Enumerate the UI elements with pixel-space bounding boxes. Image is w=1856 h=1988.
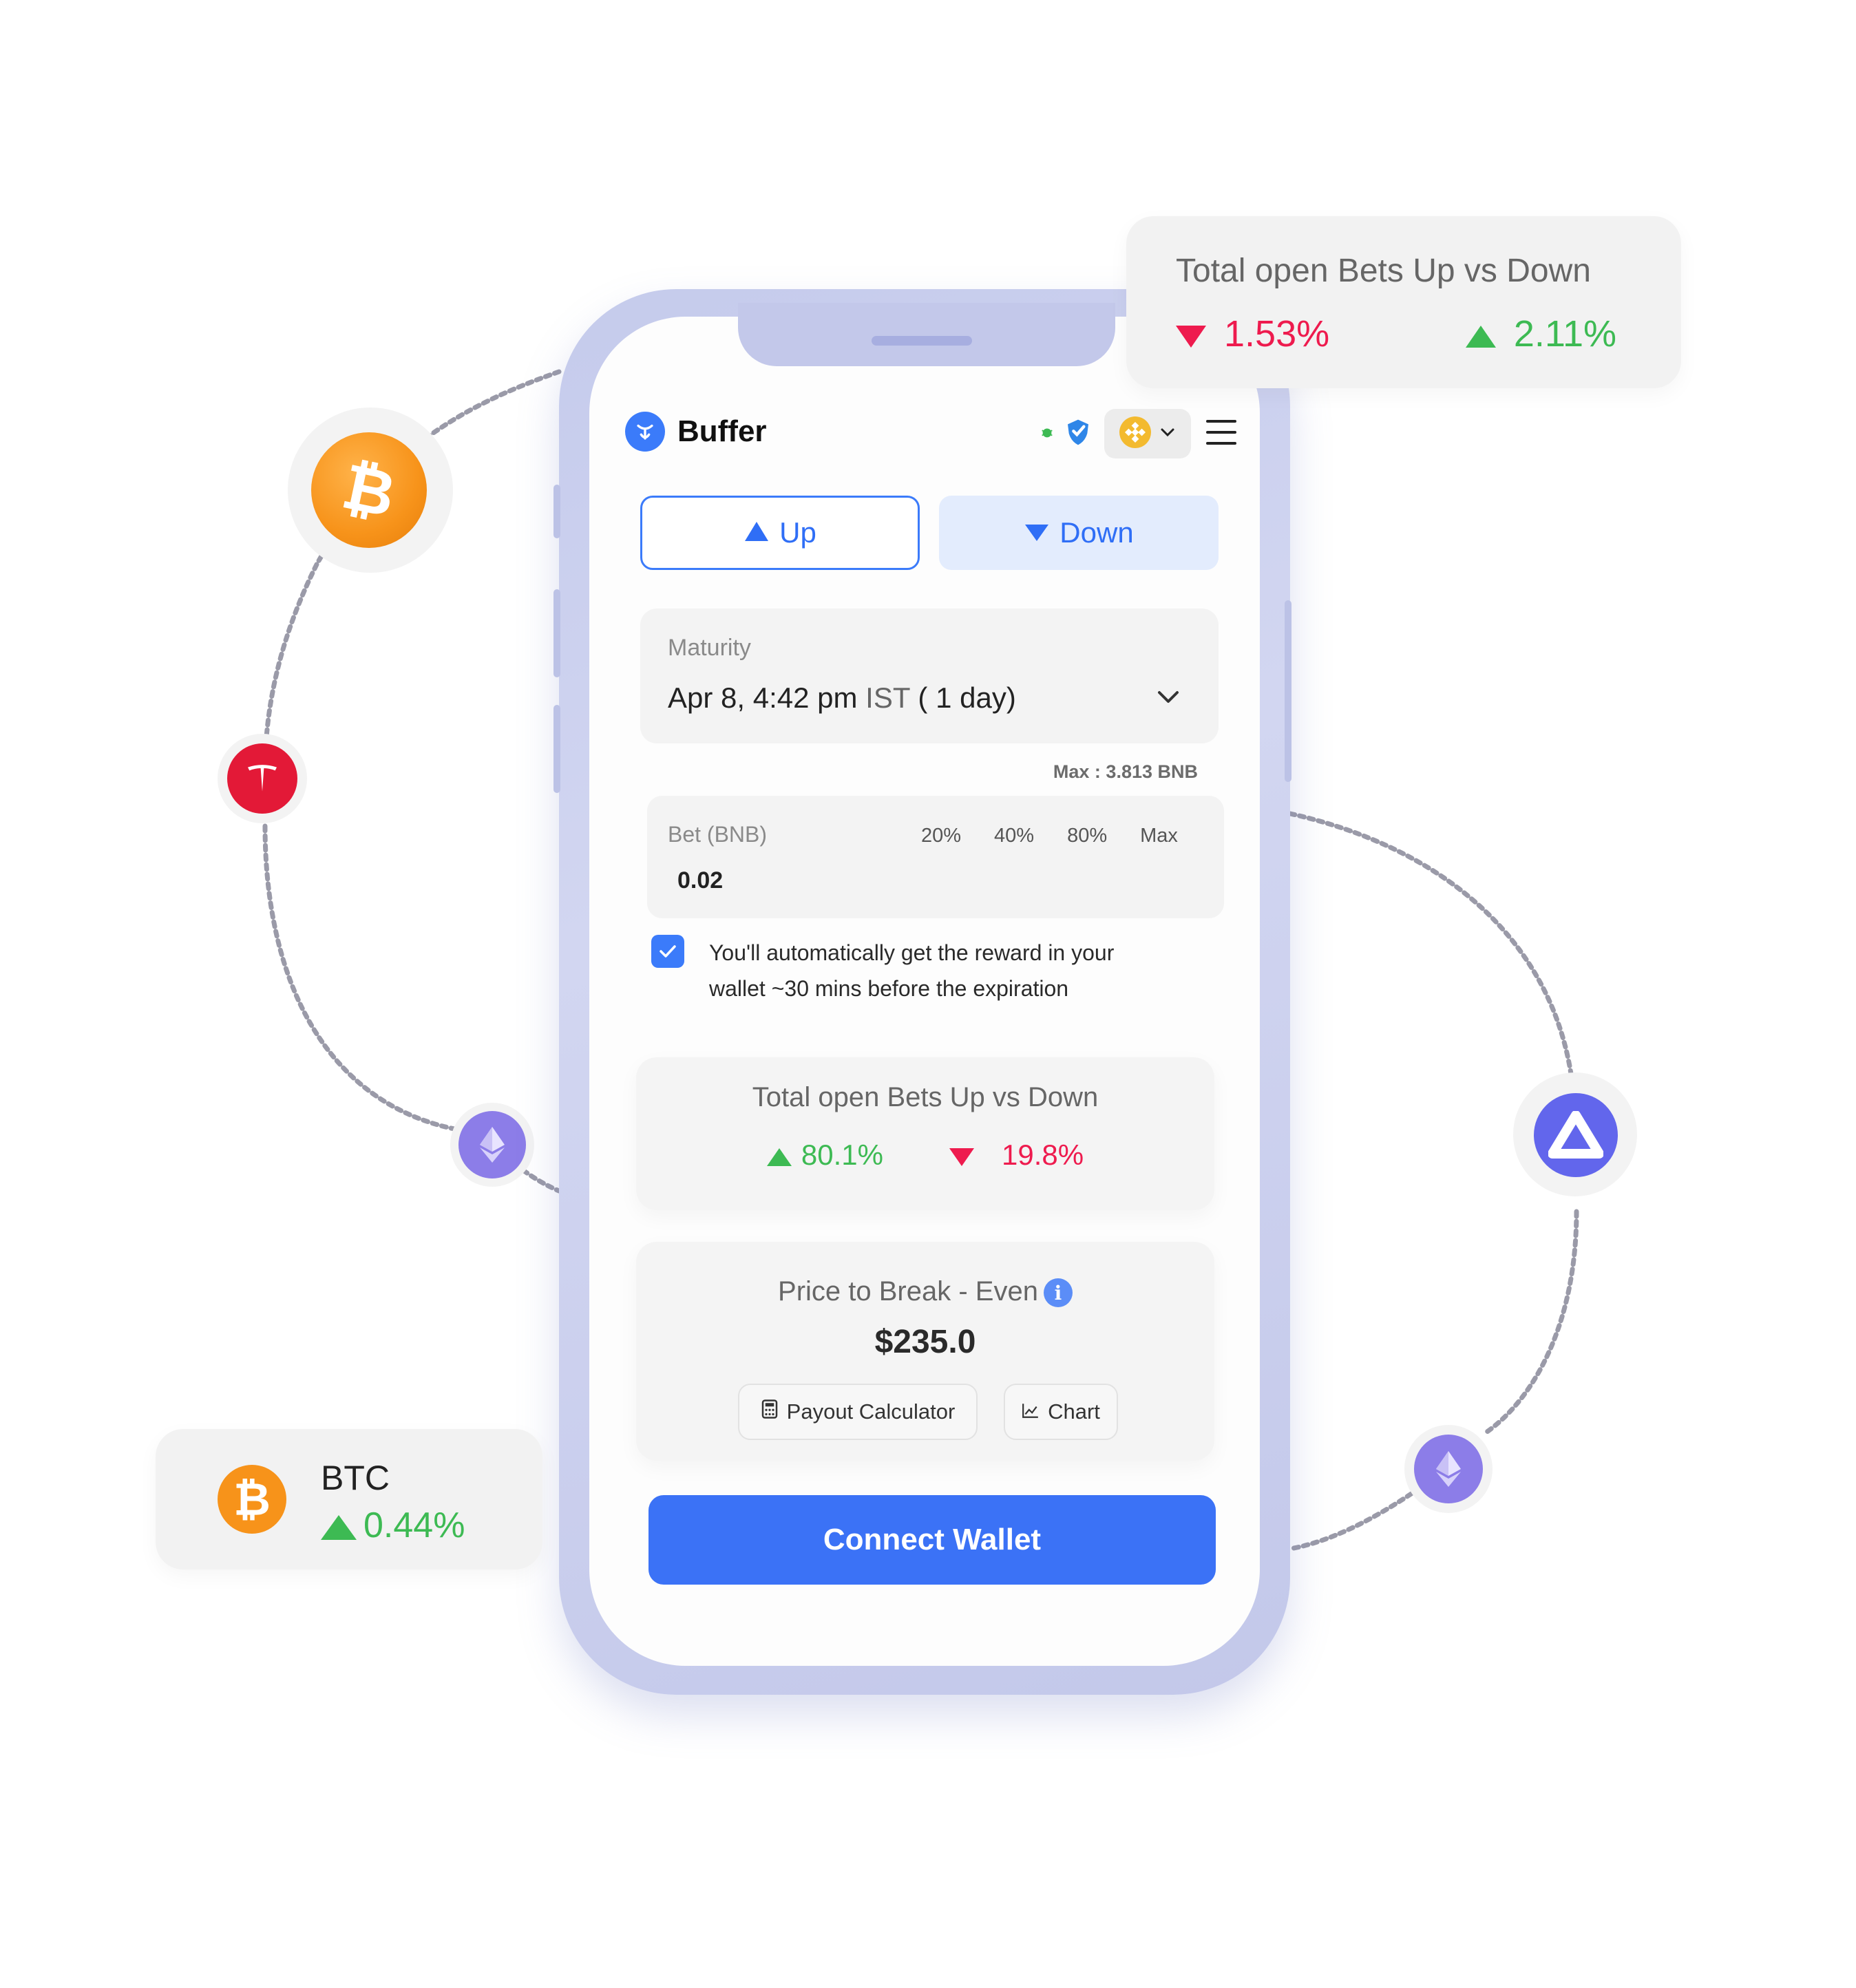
brand-name: Buffer (677, 414, 767, 448)
ethereum-icon (458, 1111, 526, 1178)
phone-side-button (553, 589, 560, 677)
open-bets-row: 80.1% 19.8% (636, 1139, 1214, 1172)
phone-notch (738, 303, 1115, 366)
floating-open-bets-row: 1.53% 2.11% (1176, 313, 1616, 355)
tesla-icon (227, 743, 297, 814)
max-balance-note: Max : 3.813 BNB (1053, 761, 1198, 782)
bitcoin-icon: ₿ (311, 432, 427, 548)
info-icon[interactable]: i (1043, 1278, 1073, 1308)
btc-symbol: BTC (321, 1459, 390, 1497)
menu-icon[interactable] (1206, 420, 1236, 445)
floating-open-bets-card: Total open Bets Up vs Down 1.53% 2.11% (1126, 216, 1681, 388)
preset-80[interactable]: 80% (1067, 825, 1107, 847)
buffer-logo-icon (625, 412, 665, 452)
maturity-select[interactable]: Maturity Apr 8, 4:42 pm IST ( 1 day) (640, 609, 1219, 743)
phone-side-button (553, 705, 560, 793)
open-bets-up-value: 80.1% (801, 1139, 883, 1171)
maturity-duration: ( 1 day) (918, 681, 1016, 714)
up-label: Up (779, 516, 816, 549)
open-bets-down: 19.8% (949, 1139, 1084, 1172)
chevron-down-icon (1159, 427, 1176, 441)
triangle-up-icon (1465, 325, 1496, 348)
maturity-tz: IST (865, 681, 910, 714)
chevron-down-icon (1157, 690, 1180, 708)
break-even-price: $235.0 (874, 1324, 976, 1360)
connect-wallet-button[interactable]: Connect Wallet (648, 1495, 1216, 1585)
triangle-up-icon (321, 1515, 357, 1541)
triangle-down-icon (1024, 516, 1050, 549)
bet-label: Bet (BNB) (668, 822, 768, 847)
header-status-icons (1040, 417, 1092, 451)
preset-max[interactable]: Max (1140, 825, 1178, 847)
preset-40[interactable]: 40% (994, 825, 1034, 847)
triangle-up-icon (744, 516, 770, 549)
bet-amount-field[interactable]: 0.02 (677, 867, 723, 894)
network-selector[interactable] (1104, 409, 1191, 458)
auto-reward-text: You'll automatically get the reward in y… (709, 935, 1191, 1006)
up-button[interactable]: Up (640, 496, 920, 570)
bitcoin-icon: ₿ (218, 1465, 286, 1534)
floating-btc-card: ₿ BTC 0.44% (156, 1429, 542, 1569)
maturity-value: Apr 8, 4:42 pm IST ( 1 day) (668, 681, 1016, 715)
payout-calculator-label: Payout Calculator (786, 1399, 956, 1424)
open-bets-up: 80.1% (766, 1139, 883, 1172)
bet-input-box[interactable]: Bet (BNB) 20% 40% 80% Max 0.02 (647, 796, 1224, 918)
floating-down-value: 1.53% (1224, 313, 1330, 355)
break-even-title: Price to Break - Even i (636, 1276, 1214, 1308)
shield-icon (1064, 417, 1092, 451)
ethereum-icon-right (1414, 1435, 1483, 1503)
bnb-icon (1119, 416, 1151, 452)
bet-presets: 20% 40% 80% Max (921, 825, 1178, 847)
phone-power-button (1285, 600, 1291, 782)
bug-icon (1040, 425, 1055, 443)
triangle-down-icon (1176, 325, 1206, 348)
scene: ₿ Buffer Up Down Maturity Apr 8, 4:42 pm… (0, 0, 1856, 1988)
brand[interactable]: Buffer (625, 412, 767, 452)
svg-text:₿: ₿ (337, 452, 401, 528)
open-bets-down-value: 19.8% (1002, 1139, 1084, 1171)
maturity-label: Maturity (668, 635, 751, 661)
payout-calculator-button[interactable]: Payout Calculator (738, 1384, 978, 1440)
btc-change: 0.44% (321, 1505, 465, 1546)
floating-up: 2.11% (1465, 313, 1616, 355)
triangle-down-icon (949, 1148, 974, 1166)
down-button[interactable]: Down (939, 496, 1219, 570)
auto-reward-line2: wallet ~30 mins before the expiration (709, 976, 1069, 1001)
open-bets-title: Total open Bets Up vs Down (752, 1082, 1099, 1112)
btc-change-value: 0.44% (363, 1505, 465, 1545)
maturity-date: Apr 8, 4:42 pm (668, 681, 858, 714)
phone-side-button (553, 485, 560, 538)
calculator-icon (761, 1399, 779, 1425)
down-label: Down (1059, 516, 1134, 549)
floating-up-value: 2.11% (1513, 313, 1616, 355)
preset-20[interactable]: 20% (921, 825, 961, 847)
chart-button[interactable]: Chart (1004, 1384, 1118, 1440)
floating-down: 1.53% (1176, 313, 1329, 355)
phone-speaker (872, 336, 972, 346)
triangle-token-icon (1534, 1093, 1618, 1177)
break-even-label: Price to Break - Even (778, 1276, 1038, 1307)
chart-icon (1022, 1399, 1040, 1424)
auto-reward-line1: You'll automatically get the reward in y… (709, 940, 1115, 965)
chart-label: Chart (1048, 1399, 1100, 1424)
open-bets-card: Total open Bets Up vs Down 80.1% 19.8% (636, 1057, 1214, 1210)
auto-reward-checkbox[interactable] (651, 935, 684, 968)
triangle-up-icon (766, 1148, 792, 1166)
break-even-card: Price to Break - Even i $235.0 Payout Cal… (636, 1242, 1214, 1461)
floating-open-bets-title: Total open Bets Up vs Down (1176, 253, 1591, 289)
